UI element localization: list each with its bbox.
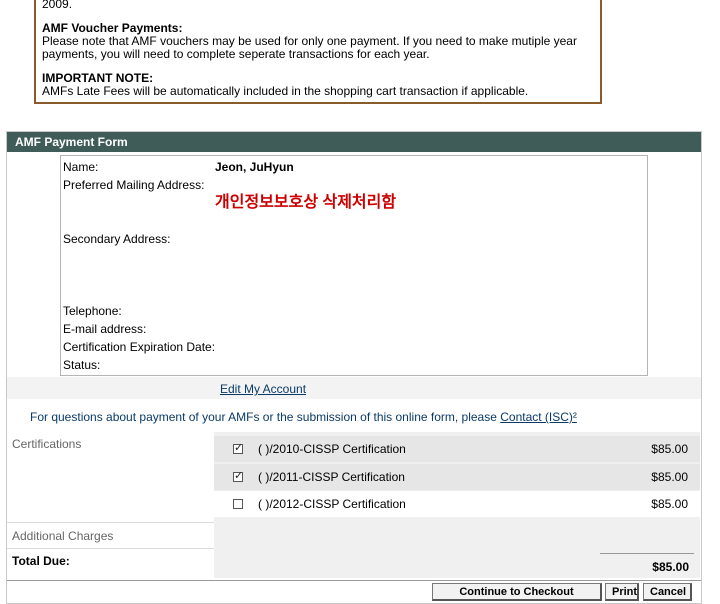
form-header: AMF Payment Form bbox=[7, 132, 701, 152]
email-label: E-mail address: bbox=[63, 322, 147, 336]
status-label: Status: bbox=[63, 358, 101, 372]
question-text: For questions about payment of your AMFs… bbox=[30, 410, 501, 424]
cert-row: ( )/2012-CISSP Certification $85.00 bbox=[214, 491, 700, 517]
cert-row: ( )/2010-CISSP Certification $85.00 bbox=[214, 436, 700, 462]
section-divider bbox=[7, 522, 214, 523]
secondary-address-label: Secondary Address: bbox=[63, 232, 171, 246]
cert-name: ( )/2010-CISSP Certification bbox=[258, 442, 406, 456]
notice-top-fragment: 2009. bbox=[42, 0, 73, 11]
contact-question: For questions about payment of your AMFs… bbox=[30, 410, 577, 424]
cert-price: $85.00 bbox=[651, 442, 688, 456]
edit-account-link[interactable]: Edit My Account bbox=[220, 382, 306, 396]
cert-checkbox[interactable] bbox=[233, 499, 243, 509]
cert-row: ( )/2011-CISSP Certification $85.00 bbox=[214, 464, 700, 490]
expiration-date-label: Certification Expiration Date: bbox=[63, 340, 216, 354]
additional-charges-label: Additional Charges bbox=[12, 529, 114, 543]
important-text: AMFs Late Fees will be automatically inc… bbox=[42, 84, 529, 98]
cert-checkbox[interactable] bbox=[233, 441, 243, 454]
redaction-note: 개인정보보호상 삭제처리함 bbox=[215, 194, 397, 211]
cert-price: $85.00 bbox=[651, 497, 688, 511]
footer-rule bbox=[7, 580, 701, 581]
section-divider bbox=[7, 548, 214, 549]
continue-to-checkout-button[interactable]: Continue to Checkout bbox=[432, 583, 602, 601]
cert-name: ( )/2012-CISSP Certification bbox=[258, 497, 406, 511]
cert-price: $85.00 bbox=[651, 470, 688, 484]
certifications-label: Certifications bbox=[12, 437, 82, 451]
name-value: Jeon, JuHyun bbox=[215, 160, 294, 174]
print-button[interactable]: Print bbox=[605, 583, 639, 601]
edit-account-strip bbox=[7, 377, 701, 399]
telephone-label: Telephone: bbox=[63, 304, 122, 318]
total-due-label: Total Due: bbox=[12, 554, 70, 568]
name-label: Name: bbox=[63, 160, 99, 174]
notice-box: 2009. AMF Voucher Payments: Please note … bbox=[34, 0, 602, 104]
total-rule bbox=[600, 553, 694, 554]
voucher-line-2: payments, you will need to complete sepe… bbox=[42, 47, 430, 61]
cert-checkbox[interactable] bbox=[233, 469, 243, 482]
mailing-address-label: Preferred Mailing Address: bbox=[63, 178, 205, 192]
total-due-value: $85.00 bbox=[652, 560, 689, 574]
cancel-button[interactable]: Cancel bbox=[643, 583, 692, 601]
cert-name: ( )/2011-CISSP Certification bbox=[258, 470, 405, 484]
contact-link[interactable]: Contact (ISC)² bbox=[500, 410, 577, 424]
